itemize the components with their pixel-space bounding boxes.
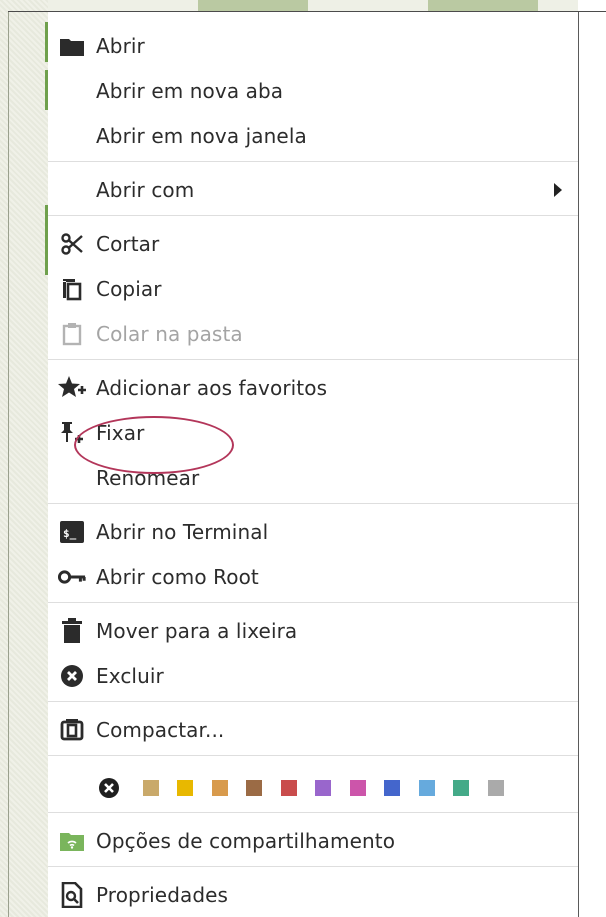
color-swatch-orange[interactable] <box>212 780 228 796</box>
color-swatch-teal[interactable] <box>453 780 469 796</box>
left-border <box>8 12 9 917</box>
color-swatch-brown[interactable] <box>246 780 262 796</box>
color-swatch-pink[interactable] <box>350 780 366 796</box>
menu-item-label: Excluir <box>96 664 164 688</box>
menu-item-label: Propriedades <box>96 883 229 907</box>
color-swatch-purple[interactable] <box>315 780 331 796</box>
color-swatch-tan[interactable] <box>143 780 159 796</box>
menu-item-label: Fixar <box>96 421 145 445</box>
menu-item-excluir[interactable]: Excluir <box>48 654 578 698</box>
menu-item-label: Adicionar aos favoritos <box>96 376 328 400</box>
clear-color-button[interactable] <box>98 777 120 799</box>
key-icon <box>58 563 86 591</box>
menu-item-cortar[interactable]: Cortar <box>48 222 578 266</box>
separator <box>48 866 578 867</box>
separator <box>48 359 578 360</box>
menu-item-label: Abrir <box>96 34 145 58</box>
menu-item-abrir[interactable]: Abrir <box>48 24 578 68</box>
menu-item-label: Copiar <box>96 277 162 301</box>
archive-icon <box>58 716 86 744</box>
right-border <box>578 12 579 917</box>
menu-item-abrir-como-root[interactable]: Abrir como Root <box>48 555 578 599</box>
clipboard-icon <box>58 320 86 348</box>
shared-folder-icon <box>58 827 86 855</box>
menu-item-copiar[interactable]: Copiar <box>48 267 578 311</box>
menu-item-label: Abrir em nova aba <box>96 79 284 103</box>
star-add-icon <box>58 374 86 402</box>
color-swatch-lightblue[interactable] <box>419 780 435 796</box>
color-swatch-red[interactable] <box>281 780 297 796</box>
menu-item-abrir-nova-janela[interactable]: Abrir em nova janela <box>48 114 578 158</box>
menu-item-adicionar-favoritos[interactable]: Adicionar aos favoritos <box>48 366 578 410</box>
menu-item-label: Compactar... <box>96 718 225 742</box>
menu-item-fixar[interactable]: Fixar <box>48 411 578 455</box>
menu-item-label: Renomear <box>96 466 200 490</box>
separator <box>48 503 578 504</box>
trash-icon <box>58 617 86 645</box>
submenu-arrow-icon <box>554 183 562 197</box>
separator <box>48 755 578 756</box>
menu-item-label: Opções de compartilhamento <box>96 829 396 853</box>
folder-icon <box>58 32 86 60</box>
menu-item-abrir-terminal[interactable]: $_ Abrir no Terminal <box>48 510 578 554</box>
menu-item-abrir-nova-aba[interactable]: Abrir em nova aba <box>48 69 578 113</box>
menu-item-compactar[interactable]: Compactar... <box>48 708 578 752</box>
context-menu: Abrir Abrir em nova aba Abrir em nova ja… <box>48 12 578 917</box>
menu-item-label: Cortar <box>96 232 160 256</box>
separator <box>48 161 578 162</box>
color-swatch-blue[interactable] <box>384 780 400 796</box>
separator <box>48 602 578 603</box>
color-swatch-gray[interactable] <box>488 780 504 796</box>
terminal-icon: $_ <box>58 518 86 546</box>
pin-add-icon <box>58 419 86 447</box>
menu-item-label: Colar na pasta <box>96 322 243 346</box>
menu-item-propriedades[interactable]: Propriedades <box>48 873 578 917</box>
properties-icon <box>58 881 86 909</box>
color-swatch-yellow[interactable] <box>177 780 193 796</box>
menu-item-abrir-com[interactable]: Abrir com <box>48 168 578 212</box>
separator <box>48 701 578 702</box>
scissors-icon <box>58 230 86 258</box>
delete-circle-icon <box>58 662 86 690</box>
menu-item-mover-lixeira[interactable]: Mover para a lixeira <box>48 609 578 653</box>
menu-item-opcoes-compartilhamento[interactable]: Opções de compartilhamento <box>48 819 578 863</box>
separator <box>48 812 578 813</box>
copy-icon <box>58 275 86 303</box>
menu-item-renomear[interactable]: Renomear <box>48 456 578 500</box>
menu-item-label: Mover para a lixeira <box>96 619 298 643</box>
svg-text:$_: $_ <box>63 527 77 540</box>
menu-item-label: Abrir com <box>96 178 195 202</box>
menu-item-label: Abrir em nova janela <box>96 124 307 148</box>
separator <box>48 215 578 216</box>
menu-item-label: Abrir como Root <box>96 565 259 589</box>
menu-item-colar-na-pasta[interactable]: Colar na pasta <box>48 312 578 356</box>
color-tag-row <box>48 766 578 810</box>
menu-item-label: Abrir no Terminal <box>96 520 269 544</box>
